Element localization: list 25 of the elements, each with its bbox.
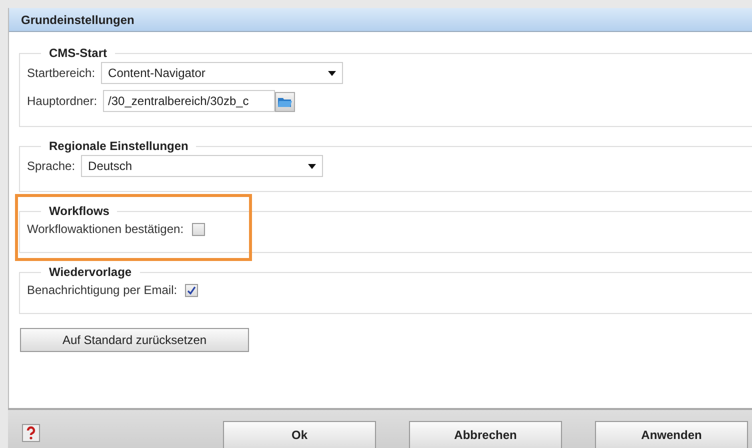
field-label: Workflowaktionen bestätigen:	[27, 221, 184, 238]
dialog-button[interactable]: Anwenden	[595, 421, 748, 448]
group-title: Workflows	[48, 203, 110, 220]
caret-icon	[308, 164, 316, 168]
group-title: Regionale Einstellungen	[48, 138, 190, 155]
dialog-button[interactable]: Abbrechen	[409, 421, 562, 448]
reset-button[interactable]: Auf Standard zurücksetzen	[20, 328, 249, 352]
field-label: Hauptordner:	[27, 93, 98, 110]
caret-icon	[328, 70, 336, 76]
group-title: Wiedervorlage	[48, 264, 133, 281]
field-label: Benachrichtigung per Email:	[27, 282, 178, 299]
folder-path-field[interactable]: /30_zentralbereich/30zb_c	[103, 90, 276, 112]
dialog-button[interactable]: Ok	[223, 421, 376, 448]
dropdown-field[interactable]: Deutsch	[81, 155, 324, 177]
dropdown-field[interactable]: Content-Navigator	[101, 62, 344, 84]
folder-browse-button[interactable]	[275, 92, 296, 112]
check-icon	[187, 286, 196, 294]
field-label: Startbereich:	[27, 65, 96, 82]
field-label: Sprache:	[27, 158, 76, 175]
checkbox[interactable]	[185, 284, 198, 296]
folder-icon	[278, 96, 292, 108]
window-title: Grundeinstellungen	[21, 12, 134, 28]
checkbox[interactable]	[192, 222, 205, 236]
help-icon[interactable]	[22, 424, 40, 442]
group-title: CMS-Start	[48, 45, 108, 62]
